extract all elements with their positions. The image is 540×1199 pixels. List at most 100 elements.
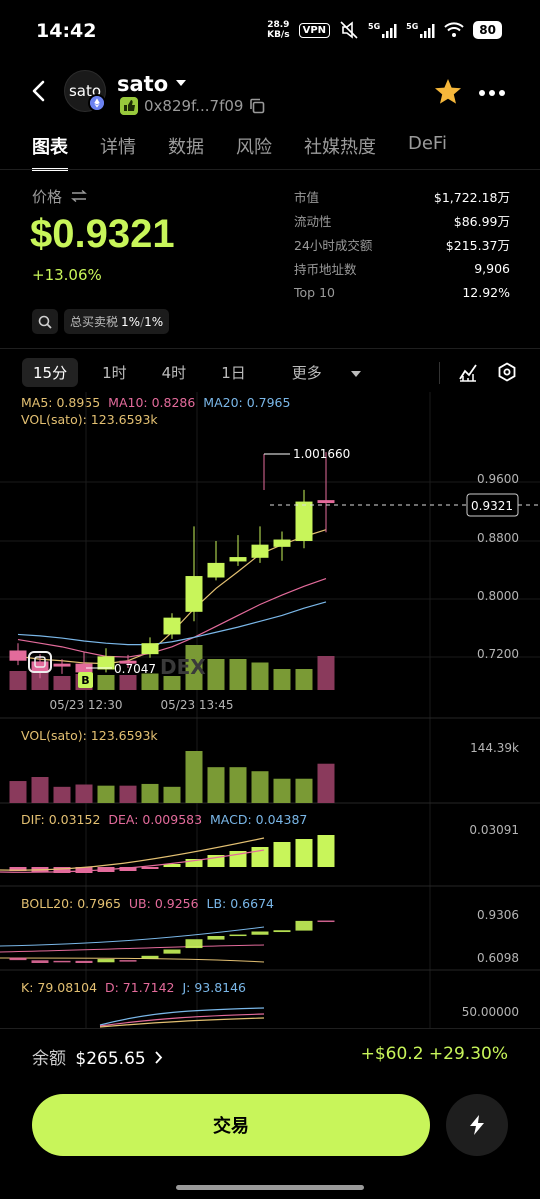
current-price: $0.9321 bbox=[30, 212, 175, 256]
boll-candles bbox=[9, 920, 335, 963]
ethereum-icon bbox=[88, 94, 106, 112]
more-options-icon[interactable] bbox=[478, 89, 506, 97]
tab-data[interactable]: 数据 bbox=[168, 133, 204, 159]
copy-icon[interactable] bbox=[249, 98, 265, 114]
boll-candle bbox=[31, 960, 49, 963]
toolbar-separator bbox=[439, 362, 440, 384]
profit-loss: +$60.2 +29.30% bbox=[360, 1044, 508, 1064]
macd-bar bbox=[295, 839, 313, 867]
vol-panel-legend: VOL(sato): 123.6593k bbox=[21, 728, 158, 743]
status-time: 14:42 bbox=[36, 20, 97, 42]
macd-bar bbox=[141, 867, 159, 869]
tab-chart[interactable]: 图表 bbox=[32, 133, 68, 171]
boll-candle bbox=[207, 936, 225, 940]
vpn-icon: VPN bbox=[298, 22, 331, 38]
stat-market-cap: 市值 $1,722.18万 bbox=[294, 189, 510, 205]
candle-body bbox=[185, 576, 203, 612]
indicator-icon[interactable] bbox=[458, 362, 478, 382]
macd-legend: DIF: 0.03152 DEA: 0.009583 MACD: 0.04387 bbox=[21, 812, 307, 827]
volume-panel-bar bbox=[141, 783, 159, 803]
address-row: 0x829f...7f09 bbox=[120, 97, 265, 115]
balance-row[interactable]: 余额 $265.65 bbox=[32, 1044, 163, 1069]
status-icons: 28.9 KB/s VPN 5G 5G 80 bbox=[267, 20, 502, 40]
low-label: 0.7047 bbox=[114, 662, 156, 676]
token-title[interactable]: sato bbox=[117, 72, 187, 96]
caret-down-icon bbox=[350, 371, 361, 377]
trade-button[interactable]: 交易 bbox=[32, 1094, 430, 1156]
macd-bar bbox=[273, 842, 291, 867]
balance-label: 余额 bbox=[32, 1049, 66, 1069]
volume-panel-bar bbox=[207, 767, 225, 803]
tax-row: 总买卖税 1% / 1% bbox=[32, 309, 170, 334]
price-tick: 0.7200 bbox=[477, 647, 519, 661]
boll-candle bbox=[295, 920, 313, 931]
settings-hex-icon[interactable] bbox=[497, 362, 517, 382]
volume-panel-bar bbox=[317, 763, 335, 803]
contract-address: 0x829f...7f09 bbox=[144, 97, 244, 115]
boll-legend: BOLL20: 0.7965 UB: 0.9256 LB: 0.6674 bbox=[21, 896, 274, 911]
kdj-legend: K: 79.08104 D: 71.7142 J: 93.8146 bbox=[21, 980, 246, 995]
stat-top10: Top 10 12.92% bbox=[294, 284, 510, 300]
lightning-icon bbox=[470, 1115, 484, 1135]
volume-bar bbox=[119, 675, 137, 690]
boll-mid bbox=[0, 944, 265, 953]
dex-watermark-text: DEX bbox=[160, 655, 206, 679]
kdj-tick: 50.00000 bbox=[462, 1005, 519, 1019]
date-tick: 05/23 12:30 bbox=[50, 698, 123, 712]
tab-social[interactable]: 社媒热度 bbox=[304, 133, 376, 159]
price-label-row[interactable]: 价格 bbox=[32, 186, 87, 207]
boll-value: BOLL20: 0.7965 bbox=[21, 896, 121, 911]
candlestick-chart[interactable]: 1.001660 0.7047 0.9321 0.9600 0.8800 0.8… bbox=[0, 390, 540, 1030]
token-name: sato bbox=[117, 72, 169, 96]
tax-buy: 1% bbox=[121, 314, 141, 329]
volume-panel-bar bbox=[163, 786, 181, 803]
boll-candle bbox=[317, 920, 335, 923]
timeframe-1d[interactable]: 1日 bbox=[210, 358, 257, 387]
tab-divider bbox=[0, 169, 540, 170]
date-tick: 05/23 13:45 bbox=[161, 698, 234, 712]
volume-bar bbox=[207, 659, 225, 690]
candle-body bbox=[295, 501, 313, 541]
price-change: +13.06% bbox=[32, 266, 102, 284]
candle-body bbox=[317, 500, 335, 504]
volume-panel-bar bbox=[9, 781, 27, 803]
boll-candle bbox=[97, 959, 115, 963]
boll-candle bbox=[119, 960, 137, 962]
boll-candle bbox=[163, 949, 181, 954]
price-tick: 0.9600 bbox=[477, 472, 519, 486]
volume-bar bbox=[295, 669, 313, 690]
volume-panel-bar bbox=[53, 786, 71, 803]
volume-bar bbox=[317, 656, 335, 690]
tab-defi[interactable]: DeFi bbox=[408, 133, 447, 159]
boll-candle bbox=[229, 934, 247, 937]
volume-panel-bar bbox=[185, 751, 203, 803]
favorite-star-icon[interactable] bbox=[434, 78, 462, 105]
candle-body bbox=[251, 544, 269, 558]
price-tick: 0.8000 bbox=[477, 589, 519, 603]
quick-trade-button[interactable] bbox=[446, 1094, 508, 1156]
stat-holders: 持币地址数 9,906 bbox=[294, 260, 510, 277]
macd-value: MACD: 0.04387 bbox=[210, 812, 308, 827]
timeframe-15m[interactable]: 15分 bbox=[22, 358, 79, 387]
search-icon[interactable] bbox=[32, 309, 58, 334]
timeframe-1h[interactable]: 1时 bbox=[91, 358, 138, 387]
back-icon[interactable] bbox=[28, 80, 50, 102]
boll-candle bbox=[273, 930, 291, 933]
timeframe-4h[interactable]: 4时 bbox=[151, 358, 198, 387]
lb-value: LB: 0.6674 bbox=[206, 896, 274, 911]
volume-bar bbox=[251, 662, 269, 690]
signal-5g-icon-2: 5G bbox=[406, 22, 435, 39]
tab-details[interactable]: 详情 bbox=[100, 133, 136, 159]
stat-liquidity: 流动性 $86.99万 bbox=[294, 213, 510, 229]
dea-value: DEA: 0.009583 bbox=[108, 812, 203, 827]
candle-body bbox=[163, 617, 181, 635]
net-speed: 28.9 KB/s bbox=[267, 20, 290, 40]
tab-risk[interactable]: 风险 bbox=[236, 133, 272, 159]
kdj-d bbox=[99, 1013, 265, 1027]
tax-sell: 1% bbox=[144, 314, 164, 329]
volume-panel-bar bbox=[295, 778, 313, 803]
volume-bar bbox=[229, 659, 247, 690]
macd-bar bbox=[317, 835, 335, 867]
timeframe-more[interactable]: 更多 bbox=[270, 358, 372, 387]
volume-bar bbox=[273, 669, 291, 690]
